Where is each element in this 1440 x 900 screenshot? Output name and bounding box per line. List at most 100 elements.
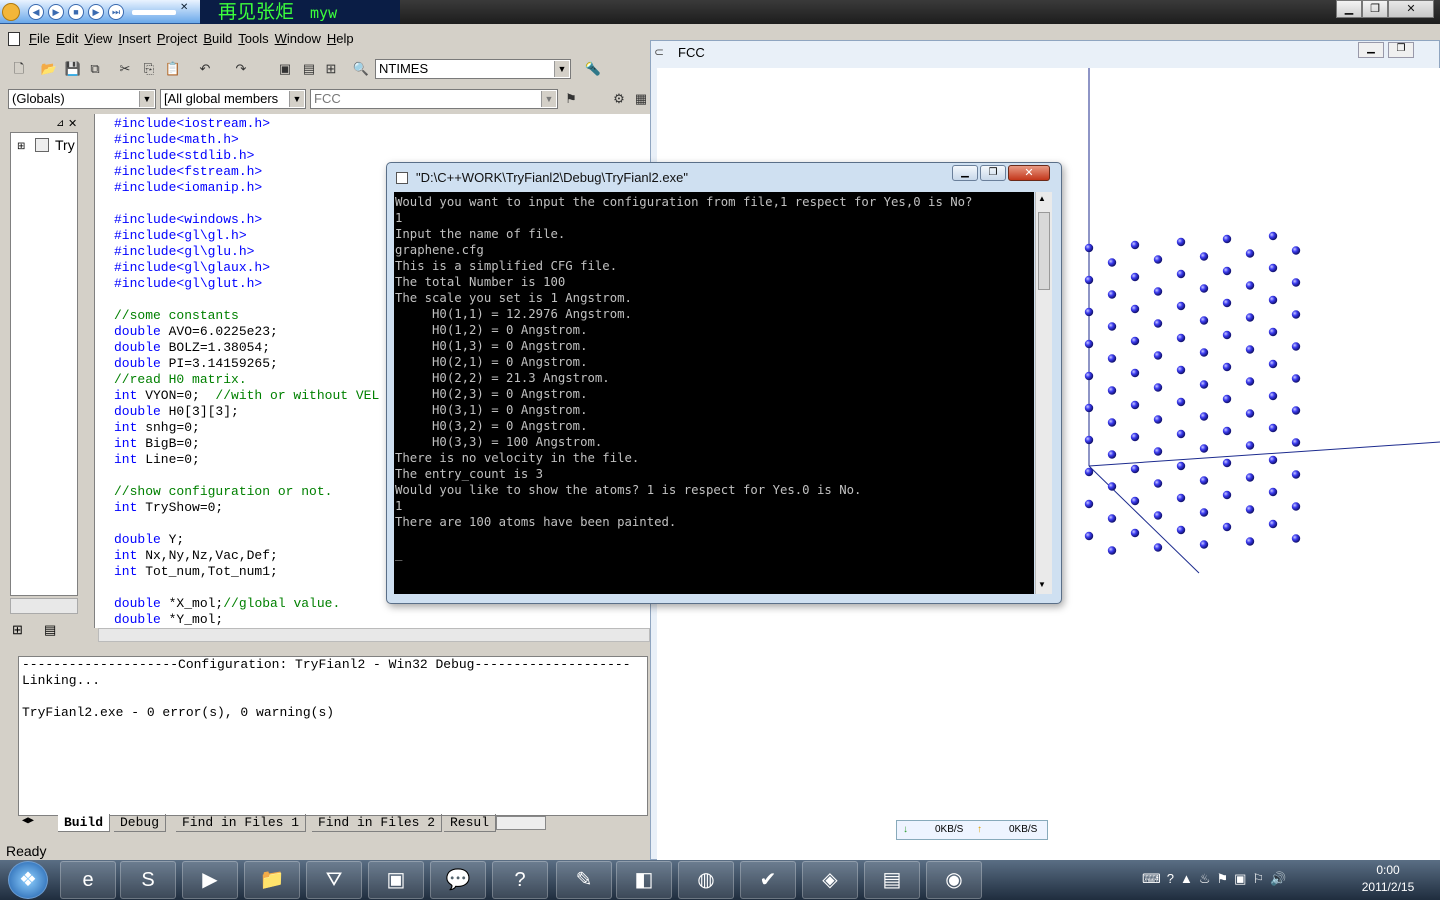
copy-icon[interactable]: ⎘ <box>140 60 158 78</box>
atom-sphere <box>1084 371 1094 381</box>
atom-sphere <box>1130 272 1140 282</box>
prev-icon[interactable]: ◀ <box>28 4 44 20</box>
output-icon[interactable]: ▤ <box>300 60 318 78</box>
tab-find-in-files-1[interactable]: Find in Files 1 <box>176 814 307 832</box>
paint-icon[interactable]: ✎ <box>556 861 612 899</box>
tray-icons[interactable]: ⌨?▲♨⚑▣⚐🔊 <box>1142 871 1292 887</box>
menu-window[interactable]: Window <box>272 28 324 50</box>
menu-tools[interactable]: Tools <box>235 28 271 50</box>
pdf-icon[interactable]: ⛛ <box>306 861 362 899</box>
media-player-icon[interactable] <box>2 3 20 21</box>
tabs-scrollbar[interactable] <box>496 816 546 830</box>
explorer-icon-glyph: 📁 <box>259 869 285 891</box>
menu-file[interactable]: File <box>26 28 53 50</box>
ie-icon[interactable]: e <box>60 861 116 899</box>
restore-button[interactable]: ❐ <box>1362 0 1388 18</box>
members-combo[interactable]: [All global members ▼ <box>160 89 306 109</box>
find-in-files-icon[interactable]: 🔍 <box>352 60 370 78</box>
expand-icon[interactable]: ⊞ <box>17 141 25 152</box>
start-orb-icon[interactable]: ❖ <box>8 861 48 899</box>
save-all-icon[interactable]: ⧉ <box>86 60 104 78</box>
cut-icon[interactable]: ✂ <box>116 60 134 78</box>
minimize-button[interactable]: ▁ <box>1336 0 1362 18</box>
skip-icon[interactable]: ⏭ <box>108 4 124 20</box>
scroll-thumb[interactable] <box>1038 212 1050 290</box>
clock[interactable]: 0:00 2011/2/15 <box>1352 862 1424 896</box>
console-output[interactable]: Would you want to input the configuratio… <box>394 192 1034 594</box>
nvidia-icon[interactable]: ✔ <box>740 861 796 899</box>
swirl-app-icon[interactable]: ◍ <box>678 861 734 899</box>
tab-build[interactable]: Build <box>58 814 111 832</box>
volume-slider[interactable] <box>132 10 176 15</box>
chevron-down-icon[interactable]: ▼ <box>289 91 304 107</box>
workspace-icon[interactable]: ▣ <box>276 60 294 78</box>
atom-sphere <box>1153 287 1163 296</box>
console-minimize-button[interactable]: ▁ <box>952 165 978 181</box>
scroll-up-icon[interactable]: ▲ <box>1038 194 1046 203</box>
code-line: #include<math.h> <box>114 132 239 147</box>
tree-hscrollbar[interactable] <box>10 598 78 614</box>
scroll-down-icon[interactable]: ▼ <box>1038 580 1046 589</box>
menu-help[interactable]: Help <box>324 28 357 50</box>
console-maximize-button[interactable]: ❐ <box>980 165 1006 181</box>
menu-project[interactable]: Project <box>154 28 200 50</box>
classview-tab-icon[interactable]: ⊞ <box>12 622 34 640</box>
find-combo-value: NTIMES <box>379 61 429 76</box>
grid-icon[interactable]: ▦ <box>632 90 650 108</box>
console-app-icon <box>396 172 408 184</box>
explorer-icon[interactable]: 📁 <box>244 861 300 899</box>
windows-icon[interactable]: ⊞ <box>322 60 340 78</box>
tab-scroll-icon[interactable]: ◀▶ <box>22 815 34 827</box>
open-icon[interactable]: 📂 <box>40 60 58 78</box>
save-icon[interactable]: 💾 <box>64 60 82 78</box>
console-close-button[interactable]: ✕ <box>1008 165 1050 181</box>
chart-app-icon[interactable]: ◈ <box>802 861 858 899</box>
editor-icon[interactable]: ▤ <box>864 861 920 899</box>
skype-icon[interactable]: S <box>120 861 176 899</box>
close-button[interactable]: ✕ <box>1388 0 1434 18</box>
menu-build[interactable]: Build <box>200 28 235 50</box>
play-icon[interactable]: ▶ <box>48 4 64 20</box>
console-line: There is no velocity in the file. <box>395 451 640 465</box>
find-combo[interactable]: NTIMES ▼ <box>375 59 571 79</box>
menu-edit[interactable]: Edit <box>53 28 81 50</box>
fileview-tab-icon[interactable]: ▤ <box>44 622 66 640</box>
tab-find-in-files-2[interactable]: Find in Files 2 <box>312 814 443 832</box>
next-icon[interactable]: ▶ <box>88 4 104 20</box>
redo-icon[interactable]: ↷ <box>232 60 250 78</box>
media-player-icon[interactable]: ▶ <box>182 861 238 899</box>
stop-icon[interactable]: ■ <box>68 4 84 20</box>
chevron-down-icon[interactable]: ▼ <box>139 91 154 107</box>
opengl-icon[interactable]: ◉ <box>926 861 982 899</box>
fcc-minimize-button[interactable]: ▁ <box>1358 42 1384 58</box>
pane-collapse-icon[interactable]: ⊿ <box>56 118 64 129</box>
function-combo[interactable]: FCC ▼ <box>310 89 558 109</box>
pane-close-icon[interactable]: ✕ <box>68 117 77 130</box>
undo-icon[interactable]: ↶ <box>196 60 214 78</box>
office-icon[interactable]: ▣ <box>368 861 424 899</box>
chevron-down-icon[interactable]: ▼ <box>541 91 556 107</box>
tab-debug[interactable]: Debug <box>114 814 167 832</box>
tree-root-label[interactable]: Try <box>55 137 75 153</box>
console-line: H0(3,3) = 100 Angstrom. <box>395 435 603 449</box>
atom-sphere <box>1245 377 1255 386</box>
tab-resul[interactable]: Resul <box>444 814 497 832</box>
menu-view[interactable]: View <box>81 28 115 50</box>
wizard-icon[interactable]: ⚑ <box>562 90 580 108</box>
globals-combo[interactable]: (Globals) ▼ <box>8 89 156 109</box>
close-icon[interactable]: ✕ <box>180 2 188 13</box>
build-icon[interactable]: ⚙ <box>610 90 628 108</box>
new-file-icon[interactable]: 🗋 <box>10 60 28 78</box>
fcc-maximize-button[interactable]: ❐ <box>1388 42 1414 58</box>
talk-icon[interactable]: 💬 <box>430 861 486 899</box>
atom-sphere <box>1107 418 1117 427</box>
status-text: Ready <box>6 843 47 859</box>
editor-hscrollbar[interactable] <box>98 628 650 642</box>
paste-icon[interactable]: 📋 <box>164 60 182 78</box>
console-scrollbar[interactable]: ▲ ▼ <box>1035 192 1052 594</box>
help-icon[interactable]: ? <box>492 861 548 899</box>
search-icon[interactable]: 🔦 <box>584 60 602 78</box>
menu-insert[interactable]: Insert <box>115 28 154 50</box>
notes-icon[interactable]: ◧ <box>616 861 672 899</box>
chevron-down-icon[interactable]: ▼ <box>554 61 569 77</box>
